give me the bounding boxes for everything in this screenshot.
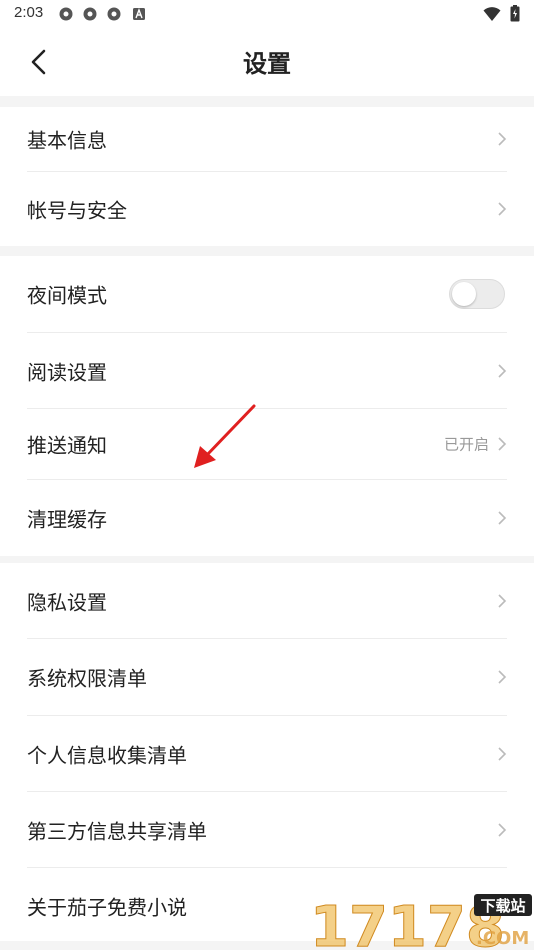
settings-item-label: 夜间模式 [27,283,107,308]
chevron-right-icon [498,670,507,684]
chevron-right-icon [498,746,507,761]
wifi-icon [483,7,501,21]
status-time: 2:03 [14,4,44,21]
watermark-sub: .COM [476,928,529,949]
settings-item-label: 系统权限清单 [27,666,147,691]
status-right-icons [483,5,520,26]
chevron-right-icon [498,437,507,451]
settings-group-account: 基本信息 帐号与安全 [0,107,534,246]
settings-item-night-mode: 夜间模式 [27,256,507,333]
chevron-right-icon [498,593,507,608]
settings-item-system-permissions[interactable]: 系统权限清单 [27,639,507,716]
page-title: 设置 [243,50,291,78]
toggle-knob [452,282,476,306]
settings-item-label: 阅读设置 [27,360,107,384]
settings-item-third-party-sharing[interactable]: 第三方信息共享清单 [27,792,507,868]
settings-group-reading: 夜间模式 阅读设置 推送通知 已开启 清理缓存 [0,256,534,556]
chevron-right-icon [498,202,507,216]
watermark-badge: 下载站 [480,897,525,915]
settings-item-label: 基本信息 [27,128,107,153]
settings-group-privacy: 隐私设置 系统权限清单 个人信息收集清单 第三方信息共享清单 关于茄子免费小说 [0,563,534,941]
settings-item-reading-settings[interactable]: 阅读设置 [27,333,507,409]
app-notification-icon [107,7,121,21]
settings-item-personal-info-list[interactable]: 个人信息收集清单 [27,716,507,792]
red-arrow-icon [194,404,256,468]
push-status-value: 已开启 [443,435,489,454]
app-notification-icon [83,7,97,21]
a-badge-icon [133,8,145,20]
settings-item-account-security[interactable]: 帐号与安全 [27,172,507,246]
night-mode-toggle[interactable] [449,279,505,309]
settings-item-label: 清理缓存 [27,507,107,532]
settings-item-privacy[interactable]: 隐私设置 [27,563,507,639]
chevron-right-icon [498,363,507,378]
chevron-right-icon [498,132,507,146]
status-bar: 2:03 [0,0,534,28]
settings-item-label: 隐私设置 [27,590,107,614]
settings-item-push-notifications[interactable]: 推送通知 已开启 [27,409,507,480]
watermark-logo: 17178 下载站 .COM [310,894,532,950]
settings-item-label: 个人信息收集清单 [27,743,187,767]
settings-item-clear-cache[interactable]: 清理缓存 [27,480,507,556]
app-notification-icon [59,7,73,21]
settings-item-label: 帐号与安全 [27,198,127,223]
settings-item-label: 推送通知 [27,433,107,458]
chevron-right-icon [498,511,507,525]
settings-item-label: 关于茄子免费小说 [27,895,187,919]
settings-item-label: 第三方信息共享清单 [27,819,207,843]
chevron-right-icon [498,822,507,837]
nav-header: 设置 [0,28,534,96]
battery-icon [510,5,520,22]
settings-item-basic-info[interactable]: 基本信息 [27,107,507,172]
